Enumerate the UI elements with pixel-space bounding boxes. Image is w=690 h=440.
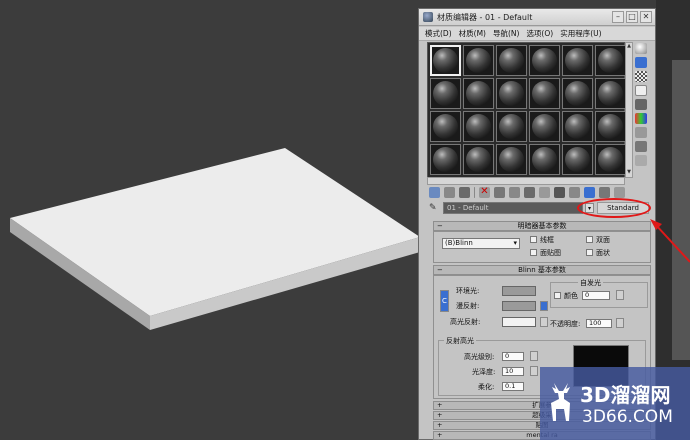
watermark-brand: 3D溜溜网 bbox=[580, 383, 671, 407]
watermark-domain: 3D66.COM bbox=[582, 407, 673, 427]
deer-logo-icon bbox=[551, 383, 570, 421]
watermark: 3D溜溜网 3D66.COM bbox=[540, 367, 690, 440]
